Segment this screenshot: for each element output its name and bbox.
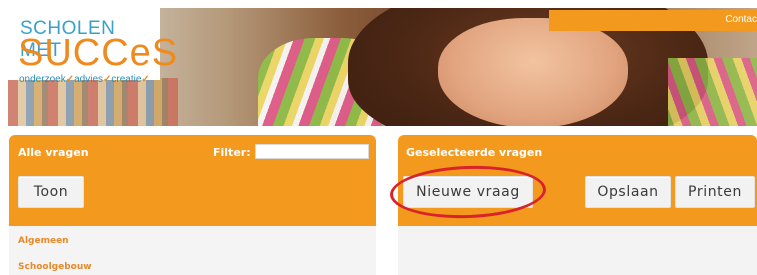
category-item-schoolgebouw[interactable]: Schoolgebouw <box>18 262 92 272</box>
print-button[interactable]: Printen <box>675 176 755 208</box>
check-icon: ✓ <box>141 74 150 85</box>
filter-input[interactable] <box>255 144 369 159</box>
logo-line-main: SUCCeS <box>18 32 179 74</box>
selected-questions-title: Geselecteerde vragen <box>406 146 543 159</box>
site-logo[interactable]: SCHOLEN MET SUCCeS onderzoek✓advies✓crea… <box>8 8 177 85</box>
tagline-word: advies <box>74 74 103 85</box>
tagline-word: creatie <box>111 74 142 85</box>
check-icon: ✓ <box>65 74 75 85</box>
contact-link[interactable]: Contac <box>725 14 757 25</box>
tagline-word: onderzoek <box>19 74 66 85</box>
striped-shirt-sleeve <box>668 58 757 126</box>
girl-face <box>438 18 628 126</box>
all-questions-title: Alle vragen <box>18 146 89 159</box>
logo-tagline: onderzoek✓advies✓creatie✓ <box>19 74 150 85</box>
save-button[interactable]: Opslaan <box>585 176 671 208</box>
selected-questions-list <box>398 226 757 275</box>
filter-label: Filter: <box>213 146 251 159</box>
toon-button[interactable]: Toon <box>18 176 84 208</box>
bookshelf-background <box>8 78 178 126</box>
category-item-algemeen[interactable]: Algemeen <box>18 236 69 246</box>
top-nav-bar: Contac <box>549 10 757 31</box>
